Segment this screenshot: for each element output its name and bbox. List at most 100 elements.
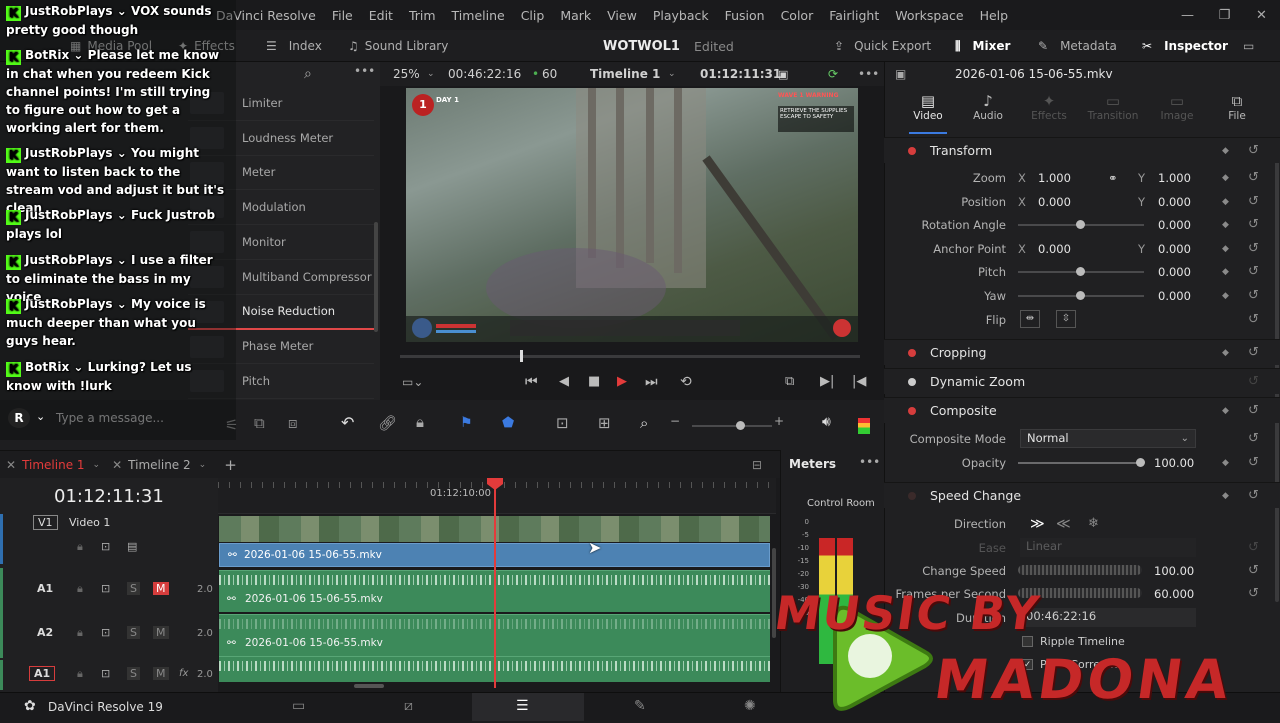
tab-transition[interactable]: ▭ Transition bbox=[1087, 92, 1139, 122]
lock-icon[interactable]: 🔒︎ bbox=[77, 667, 83, 681]
position-x-field[interactable]: 0.000 bbox=[1038, 195, 1071, 209]
pitch-field[interactable]: 0.000 bbox=[1158, 265, 1191, 279]
composite-mode-select[interactable]: Normal ⌄ bbox=[1020, 429, 1196, 448]
forward-icon[interactable]: ≫ bbox=[1030, 516, 1045, 532]
track-a1[interactable]: A1 🔒︎ ⊡ S M 2.0 bbox=[0, 568, 218, 614]
stop-icon[interactable]: ■ bbox=[588, 374, 600, 389]
next-edit-icon[interactable]: ▶| bbox=[820, 374, 834, 389]
close-icon[interactable]: ✕ bbox=[1243, 8, 1280, 23]
menu-clip[interactable]: Clip bbox=[513, 8, 553, 23]
opacity-field[interactable]: 100.00 bbox=[1154, 456, 1194, 470]
marker-icon[interactable]: ⬟ bbox=[502, 415, 514, 431]
add-tab-icon[interactable]: + bbox=[224, 456, 237, 474]
reset-icon[interactable]: ↺ bbox=[1248, 217, 1259, 232]
menu-view[interactable]: View bbox=[599, 8, 645, 23]
viewer-scrubber[interactable] bbox=[400, 350, 860, 362]
mute-button[interactable]: M bbox=[153, 667, 169, 680]
reset-icon[interactable]: ↺ bbox=[1248, 194, 1259, 209]
reset-icon[interactable]: ↺ bbox=[1248, 403, 1259, 418]
sync-icon[interactable]: ⟳ bbox=[828, 67, 838, 81]
tab-file[interactable]: ⧉ File bbox=[1221, 92, 1253, 122]
menu-trim[interactable]: Trim bbox=[401, 8, 444, 23]
reset-icon[interactable]: ↺ bbox=[1248, 540, 1259, 555]
quick-export-button[interactable]: ⇪ Quick Export bbox=[834, 30, 931, 62]
solo-button[interactable]: S bbox=[127, 582, 140, 595]
lock-icon[interactable]: 🔒︎ bbox=[77, 540, 83, 554]
auto-select-icon[interactable]: ⊡ bbox=[101, 582, 110, 595]
media-page-icon[interactable]: ▭ bbox=[292, 698, 305, 714]
reset-icon[interactable]: ↺ bbox=[1248, 312, 1259, 327]
menu-help[interactable]: Help bbox=[972, 8, 1017, 23]
anchor-x-field[interactable]: 0.000 bbox=[1038, 242, 1071, 256]
zoom-out-icon[interactable]: − bbox=[670, 414, 680, 428]
auto-select-icon[interactable]: ⊡ bbox=[101, 667, 110, 680]
chevron-down-icon[interactable]: ⌄ bbox=[199, 460, 207, 470]
search-icon[interactable]: ⌕ bbox=[304, 66, 312, 82]
reset-icon[interactable]: ↺ bbox=[1248, 264, 1259, 279]
zoom-custom-icon[interactable]: ⌕ bbox=[640, 414, 648, 432]
tab-image[interactable]: ▭ Image bbox=[1157, 92, 1197, 122]
keyframe-icon[interactable]: ◆ bbox=[1222, 197, 1229, 207]
play-reverse-icon[interactable]: ◀ bbox=[559, 374, 569, 389]
reset-icon[interactable]: ↺ bbox=[1248, 431, 1259, 446]
video-frame[interactable]: 1 DAY 1 WAVE 1 WARNING RETRIEVE THE SUPP… bbox=[406, 88, 858, 342]
color-page-icon[interactable]: ✺ bbox=[744, 698, 756, 714]
menu-edit[interactable]: Edit bbox=[361, 8, 401, 23]
opacity-slider[interactable] bbox=[1018, 458, 1145, 467]
enable-toggle[interactable] bbox=[908, 491, 916, 500]
chevron-down-icon[interactable]: ⌄ bbox=[93, 460, 101, 470]
keyframe-icon[interactable]: ◆ bbox=[1222, 173, 1229, 183]
pitch-slider[interactable] bbox=[1018, 267, 1144, 276]
solo-button[interactable]: S bbox=[127, 667, 140, 680]
close-icon[interactable]: ✕ bbox=[112, 458, 122, 472]
chat-avatar[interactable]: R bbox=[8, 408, 30, 428]
menu-fairlight[interactable]: Fairlight bbox=[821, 8, 887, 23]
close-icon[interactable]: ✕ bbox=[6, 458, 16, 472]
playhead[interactable] bbox=[494, 478, 496, 688]
auto-select-icon[interactable]: ⊡ bbox=[101, 626, 110, 639]
enable-toggle[interactable] bbox=[908, 406, 916, 415]
fx-icon[interactable]: fx bbox=[179, 668, 188, 679]
chevron-down-icon[interactable]: ⌄ bbox=[36, 410, 45, 423]
tab-audio[interactable]: ♪ Audio bbox=[971, 92, 1005, 122]
go-to-start-icon[interactable]: ⏮ bbox=[525, 374, 538, 390]
flag-icon[interactable]: ⚑ bbox=[460, 415, 473, 431]
mute-button[interactable]: M bbox=[153, 582, 169, 595]
reset-icon[interactable]: ↺ bbox=[1248, 241, 1259, 256]
view-options-icon[interactable]: ▭⌄ bbox=[402, 375, 423, 389]
prev-edit-icon[interactable]: |◀ bbox=[852, 374, 866, 389]
zoom-fit-icon[interactable]: ⊡ bbox=[556, 414, 569, 432]
more-options-icon[interactable]: ••• bbox=[354, 64, 375, 78]
menu-timeline[interactable]: Timeline bbox=[444, 8, 513, 23]
enable-toggle[interactable] bbox=[908, 377, 916, 386]
zoom-slider-knob[interactable] bbox=[736, 421, 745, 430]
track-v1[interactable]: V1 Video 1 🔒︎ ⊡ ▤ bbox=[0, 514, 218, 564]
speed-jog-slider[interactable] bbox=[1018, 565, 1142, 575]
reset-icon[interactable]: ↺ bbox=[1248, 374, 1259, 389]
loop-icon[interactable]: ⟲ bbox=[680, 374, 692, 390]
cut-page-icon[interactable]: ⧄ bbox=[404, 698, 413, 714]
volume-icon[interactable]: 🔊︎ bbox=[822, 414, 831, 430]
track-visibility-icon[interactable]: ▤ bbox=[127, 540, 137, 553]
snapping-icon[interactable]: ↶ bbox=[341, 413, 354, 432]
lock-icon[interactable]: 🔒︎ bbox=[77, 582, 83, 596]
yaw-field[interactable]: 0.000 bbox=[1158, 289, 1191, 303]
section-dynamic-zoom[interactable]: Dynamic Zoom ↺ bbox=[884, 368, 1280, 394]
keyframe-icon[interactable]: ◆ bbox=[1222, 348, 1229, 358]
section-cropping[interactable]: Cropping ◆ ↺ bbox=[884, 339, 1280, 365]
rotation-slider[interactable] bbox=[1018, 220, 1144, 229]
timeline-hscrollbar[interactable] bbox=[354, 684, 384, 688]
tab-timeline-1[interactable]: Timeline 1 bbox=[22, 458, 84, 472]
zoom-detail-icon[interactable]: ⊞ bbox=[598, 414, 611, 432]
play-icon[interactable]: ▶ bbox=[617, 374, 627, 389]
menu-fusion[interactable]: Fusion bbox=[717, 8, 773, 23]
reset-icon[interactable]: ↺ bbox=[1248, 345, 1259, 360]
scrubber-handle[interactable] bbox=[520, 350, 523, 362]
more-options-icon[interactable]: ••• bbox=[859, 455, 880, 469]
rotation-field[interactable]: 0.000 bbox=[1158, 218, 1191, 232]
reset-icon[interactable]: ↺ bbox=[1248, 143, 1259, 158]
restore-icon[interactable]: ❐ bbox=[1206, 8, 1243, 23]
enable-toggle[interactable] bbox=[908, 348, 916, 357]
go-to-end-icon[interactable]: ⏭ bbox=[645, 374, 658, 390]
lock-icon[interactable]: 🔒︎ bbox=[416, 413, 424, 431]
